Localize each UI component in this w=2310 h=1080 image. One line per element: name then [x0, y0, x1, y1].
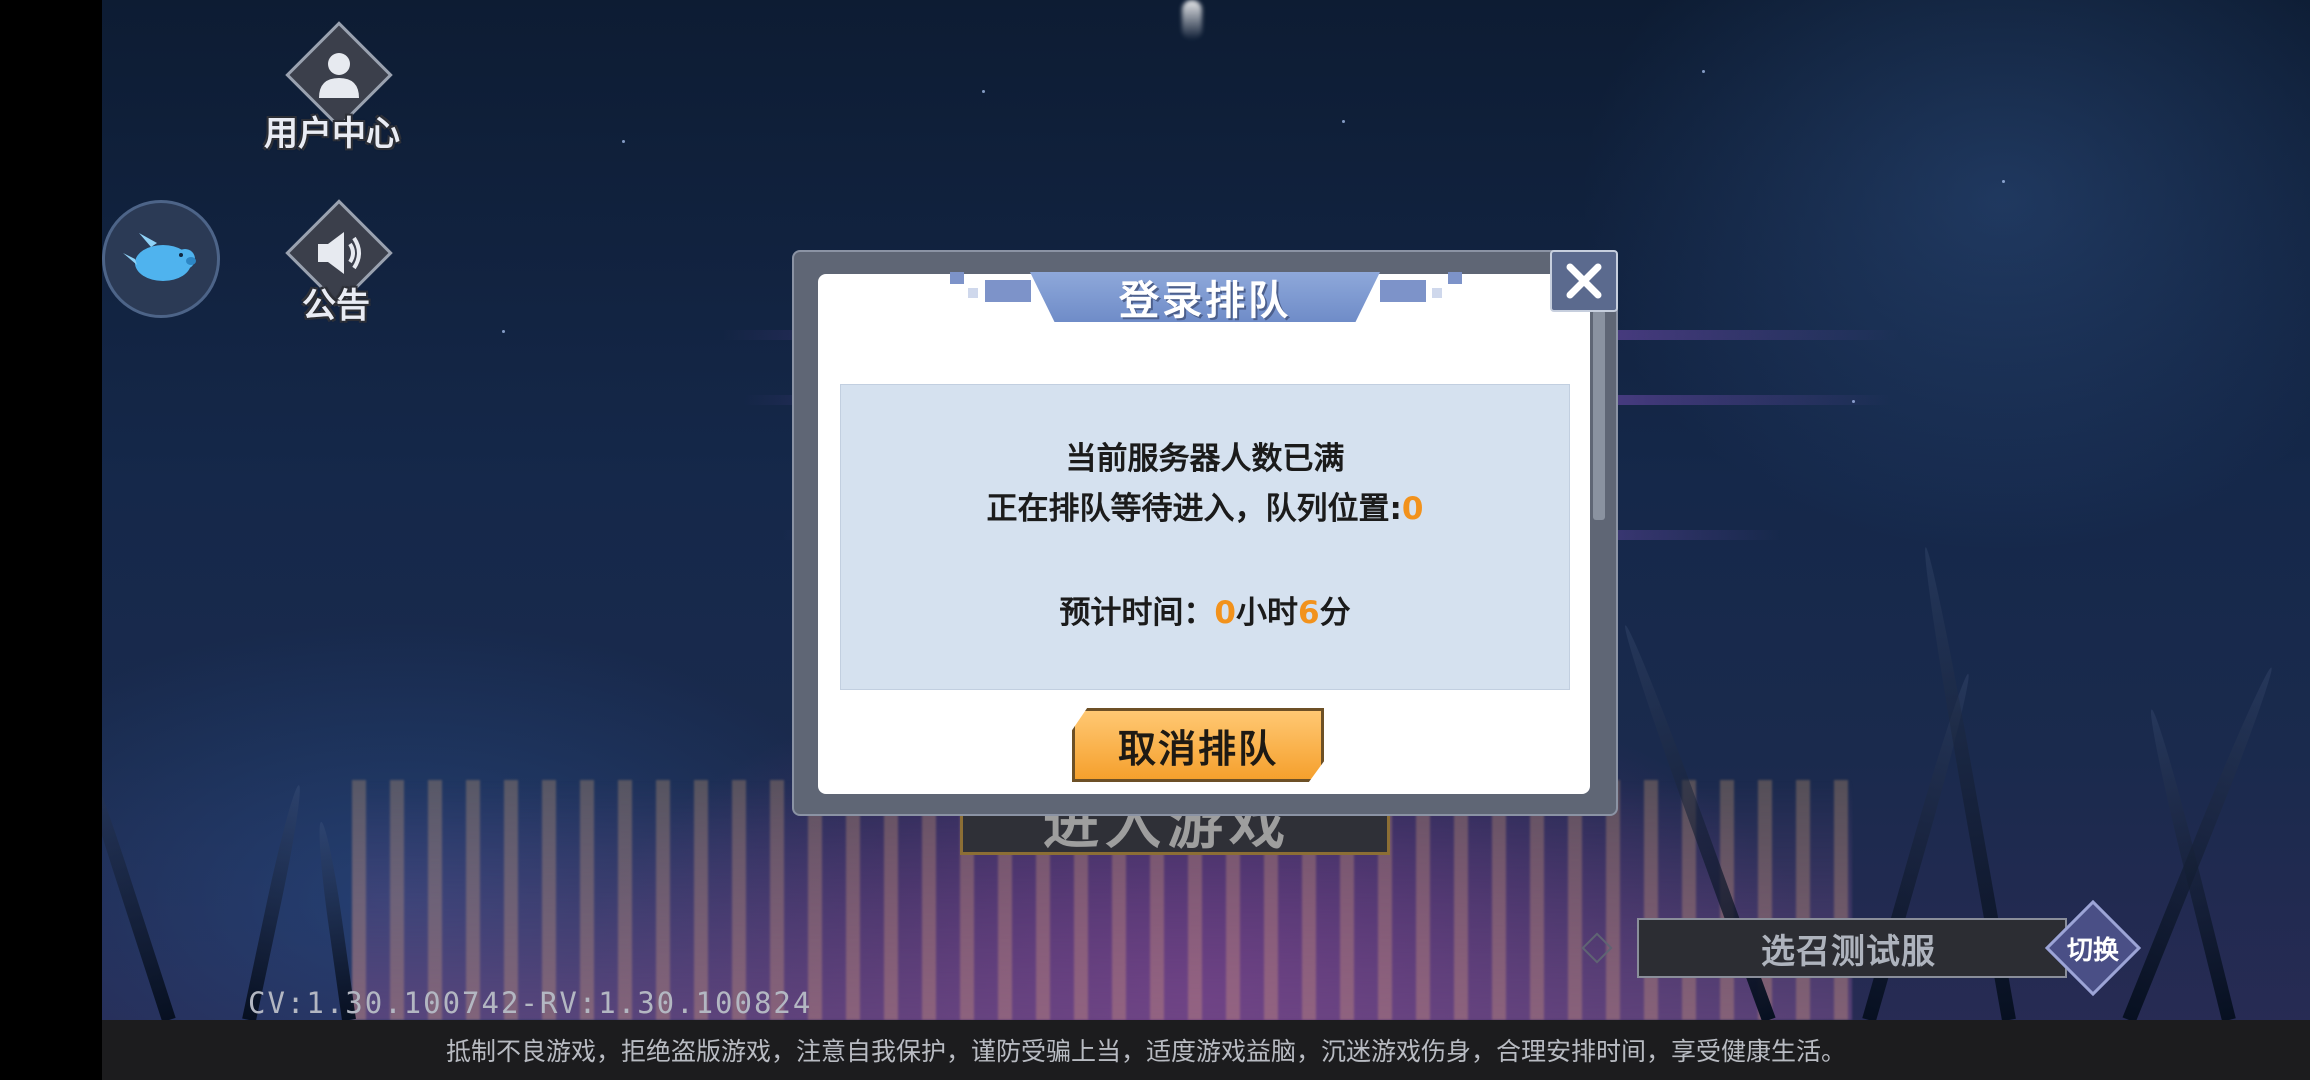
switch-server-button[interactable]: 切换 — [2044, 899, 2142, 997]
dialog-scrollbar[interactable] — [1593, 310, 1605, 520]
queue-position-text: 正在排队等待进入，队列位置:0 — [986, 491, 1424, 527]
server-name: 选召测试服 — [1761, 931, 1936, 972]
hours-value: 0 — [1214, 595, 1236, 631]
pixel-decoration — [968, 288, 978, 298]
star — [982, 90, 985, 93]
user-center-label: 用户中心 — [264, 114, 400, 154]
pixel-decoration — [1380, 280, 1426, 302]
pixel-decoration — [1432, 288, 1442, 298]
dialog-title: 登录排队 — [1119, 278, 1291, 324]
pixel-decoration — [1448, 272, 1462, 284]
star — [1702, 70, 1705, 73]
grass-blade — [102, 732, 176, 1023]
close-button[interactable] — [1550, 250, 1618, 312]
version-text: CV:1.30.100742-RV:1.30.100824 — [248, 986, 813, 1020]
health-notice-bar: 抵制不良游戏，拒绝盗版游戏，注意自我保护，谨防受骗上当，适度游戏益脑，沉迷游戏伤… — [102, 1020, 2310, 1080]
cancel-queue-label: 取消排队 — [1117, 726, 1278, 771]
dialog-title-banner: 登录排队 — [1030, 272, 1380, 322]
grass-blade — [2144, 707, 2236, 1022]
server-full-text: 当前服务器人数已满 — [1065, 441, 1345, 477]
light-streak — [1182, 0, 1202, 40]
minutes-value: 6 — [1298, 595, 1320, 631]
star — [2002, 180, 2005, 183]
star — [622, 140, 625, 143]
announcement-label: 公告 — [302, 286, 370, 326]
flying-pig-icon — [123, 233, 196, 281]
pixel-decoration — [950, 272, 964, 284]
user-icon — [319, 53, 359, 98]
cancel-queue-button[interactable]: 取消排队 — [1072, 708, 1324, 782]
switch-label: 切换 — [2066, 935, 2119, 966]
speaker-icon — [318, 232, 361, 274]
grass-blade — [2122, 665, 2278, 1023]
pixel-decoration — [985, 280, 1031, 302]
estimated-time-text: 预计时间：0小时6分 — [1059, 595, 1351, 631]
left-black-bar — [0, 0, 102, 1080]
queue-position-value: 0 — [1401, 491, 1424, 527]
star — [502, 330, 505, 333]
close-icon — [1566, 263, 1602, 299]
star — [1342, 120, 1345, 123]
queue-info-box: 当前服务器人数已满 正在排队等待进入，队列位置:0 预计时间：0小时6分 — [840, 384, 1570, 690]
avatar[interactable] — [102, 200, 220, 318]
server-selector[interactable]: 选召测试服 — [1637, 918, 2067, 978]
health-notice-text: 抵制不良游戏，拒绝盗版游戏，注意自我保护，谨防受骗上当，适度游戏益脑，沉迷游戏伤… — [445, 1037, 1846, 1066]
